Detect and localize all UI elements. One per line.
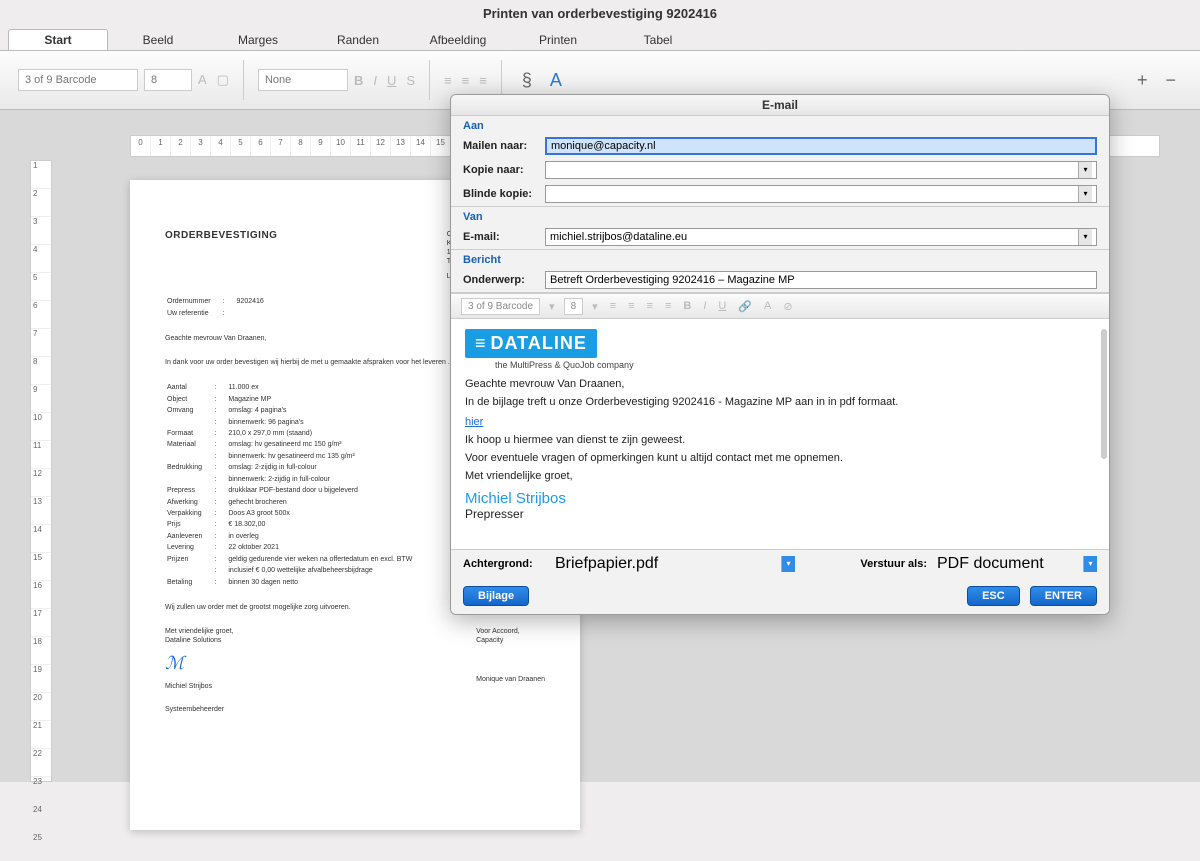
link-icon[interactable]: 🔗 xyxy=(735,300,755,313)
scrollbar[interactable] xyxy=(1101,329,1107,459)
cc-input[interactable]: ▾ xyxy=(545,161,1097,179)
ordernr-value: 9202416 xyxy=(237,297,274,306)
dataline-logo: DATALINE xyxy=(465,329,597,358)
ref-label: Uw referentie xyxy=(167,309,221,318)
from-label: E-mail: xyxy=(463,231,545,243)
editor-toolbar: 3 of 9 Barcode ▾ 8 ▾ ≡ ≡ ≡ ≡ B I U 🔗 A ⊘ xyxy=(451,293,1109,319)
background-label: Achtergrond: xyxy=(463,558,545,570)
font-dropdown[interactable]: 3 of 9 Barcode xyxy=(18,69,138,91)
chevron-down-icon[interactable]: ▾ xyxy=(1078,229,1092,245)
section-message: Bericht xyxy=(451,250,1109,268)
textstyle-icon[interactable]: A xyxy=(550,70,562,91)
ordernr-label: Ordernummer xyxy=(167,297,221,306)
email-dialog: E-mail Aan Mailen naar: Kopie naar: ▾ Bl… xyxy=(450,94,1110,615)
chevron-down-icon[interactable]: ▾ xyxy=(1083,556,1097,572)
subject-label: Onderwerp: xyxy=(463,274,545,286)
align-right-icon[interactable]: ≡ xyxy=(479,73,487,88)
bcc-input[interactable]: ▾ xyxy=(545,185,1097,203)
tab-tabel[interactable]: Tabel xyxy=(608,29,708,50)
to-label: Mailen naar: xyxy=(463,140,545,152)
sendas-dropdown[interactable]: PDF document ▾ xyxy=(937,555,1097,573)
align-left-icon[interactable]: ≡ xyxy=(607,300,619,312)
underline-icon[interactable]: U xyxy=(715,300,729,312)
tab-beeld[interactable]: Beeld xyxy=(108,29,208,50)
to-input[interactable] xyxy=(545,137,1097,155)
bold-icon[interactable]: B xyxy=(354,73,363,88)
signature-name: Michiel Strijbos xyxy=(465,490,1095,507)
from-input[interactable]: michiel.strijbos@dataline.eu ▾ xyxy=(545,228,1097,246)
body-greeting: Geachte mevrouw Van Draanen, xyxy=(465,378,1095,390)
enter-button[interactable]: ENTER xyxy=(1030,586,1097,606)
zoom-out-icon[interactable]: − xyxy=(1165,70,1176,91)
sign-company: Dataline Solutions xyxy=(165,636,233,645)
background-value: Briefpapier.pdf xyxy=(555,555,658,573)
paragraph-icon[interactable]: § xyxy=(522,70,532,91)
doc-title: ORDERBEVESTIGING xyxy=(165,230,277,281)
align-center-icon[interactable]: ≡ xyxy=(625,300,637,312)
ribbon-tabs: Start Beeld Marges Randen Afbeelding Pri… xyxy=(0,28,1200,50)
align-center-icon[interactable]: ≡ xyxy=(462,73,470,88)
tab-randen[interactable]: Randen xyxy=(308,29,408,50)
vertical-ruler: 1234567891011121314151617181920212223242… xyxy=(30,160,52,782)
sendas-label: Verstuur als: xyxy=(860,558,927,570)
from-value: michiel.strijbos@dataline.eu xyxy=(550,231,687,243)
body-line3: Voor eventuele vragen of opmerkingen kun… xyxy=(465,452,1095,464)
body-line4: Met vriendelijke groet, xyxy=(465,470,1095,482)
align-justify-icon[interactable]: ≡ xyxy=(662,300,674,312)
editor-body[interactable]: DATALINE the MultiPress & QuoJob company… xyxy=(451,319,1109,549)
section-from: Van xyxy=(451,207,1109,225)
bold-icon[interactable]: B xyxy=(680,300,694,312)
ed-size-dropdown[interactable]: 8 xyxy=(564,298,584,315)
sign-greet: Met vriendelijke groet, xyxy=(165,627,233,636)
liststyle-dropdown[interactable]: None xyxy=(258,69,348,91)
strike-icon[interactable]: S xyxy=(406,73,415,88)
align-right-icon[interactable]: ≡ xyxy=(644,300,656,312)
window-title: Printen van orderbevestiging 9202416 xyxy=(0,0,1200,28)
italic-icon[interactable]: I xyxy=(700,300,709,312)
zoom-in-icon[interactable]: + xyxy=(1137,70,1148,91)
subject-input[interactable] xyxy=(545,271,1097,289)
tab-printen[interactable]: Printen xyxy=(508,29,608,50)
body-link[interactable]: hier xyxy=(465,416,483,428)
body-line2: Ik hoop u hiermee van dienst te zijn gew… xyxy=(465,434,1095,446)
tab-afbeelding[interactable]: Afbeelding xyxy=(408,29,508,50)
bcc-label: Blinde kopie: xyxy=(463,188,545,200)
doc-spec-table: Aantal:11.000 exObject:Magazine MPOmvang… xyxy=(165,381,424,589)
attach-button[interactable]: Bijlage xyxy=(463,586,529,606)
chevron-down-icon[interactable]: ▾ xyxy=(589,300,601,313)
logo-tagline: the MultiPress & QuoJob company xyxy=(495,360,1095,370)
sign-r1: Voor Accoord, xyxy=(476,627,545,636)
ed-font-dropdown[interactable]: 3 of 9 Barcode xyxy=(461,298,540,315)
signer-r: Monique van Draanen xyxy=(476,675,545,684)
dialog-title: E-mail xyxy=(451,95,1109,116)
fontsize-dropdown[interactable]: 8 xyxy=(144,69,192,91)
highlight-icon[interactable]: ▢ xyxy=(217,72,229,88)
ref-value: : xyxy=(223,309,235,318)
signer-name: Michiel Strijbos xyxy=(165,682,233,691)
cc-label: Kopie naar: xyxy=(463,164,545,176)
chevron-down-icon[interactable]: ▾ xyxy=(1078,162,1092,178)
esc-button[interactable]: ESC xyxy=(967,586,1020,606)
align-left-icon[interactable]: ≡ xyxy=(444,73,452,88)
fontcolor-icon[interactable]: A xyxy=(198,72,207,88)
textcolor-icon[interactable]: A xyxy=(761,300,774,312)
background-dropdown[interactable]: Briefpapier.pdf ▾ xyxy=(555,555,795,573)
section-to: Aan xyxy=(451,116,1109,134)
chevron-down-icon[interactable]: ▾ xyxy=(1078,186,1092,202)
tab-start[interactable]: Start xyxy=(8,29,108,50)
underline-icon[interactable]: U xyxy=(387,73,396,88)
body-line1: In de bijlage treft u onze Orderbevestig… xyxy=(465,396,1095,408)
italic-icon[interactable]: I xyxy=(373,73,377,88)
chevron-down-icon[interactable]: ▾ xyxy=(546,300,558,313)
chevron-down-icon[interactable]: ▾ xyxy=(781,556,795,572)
signature-role: Prepresser xyxy=(465,507,1095,521)
sign-r2: Capacity xyxy=(476,636,545,645)
tab-marges[interactable]: Marges xyxy=(208,29,308,50)
signer-role: Systeembeheerder xyxy=(165,705,233,714)
sendas-value: PDF document xyxy=(937,555,1044,573)
clear-format-icon[interactable]: ⊘ xyxy=(780,300,795,313)
